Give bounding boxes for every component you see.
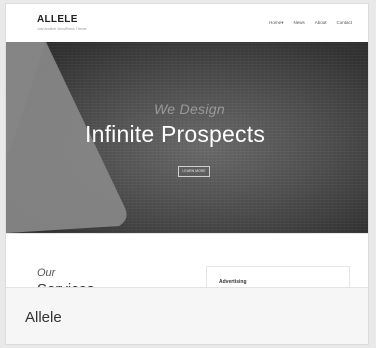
hero-title: Infinite Prospects [85,121,266,147]
nav-item-contact: Contact [336,20,352,25]
widget-title: Advertising [219,279,247,285]
preview-content: Our Services Advertising [6,233,368,306]
nav-item-news: News [293,20,305,25]
preview-hero: We Design Infinite Prospects LEARN MORE [6,42,368,233]
theme-caption[interactable]: Allele [6,287,368,344]
hero-subtitle: We Design [154,101,225,117]
theme-name: Allele [25,309,62,326]
theme-card[interactable]: ALLELE Just Another WordPress Theme Home… [6,4,368,344]
section-heading-italic: Our [37,267,56,279]
nav-item-home-label: Home [269,20,282,25]
site-tagline: Just Another WordPress Theme [37,27,87,31]
site-logo: ALLELE [37,14,78,25]
chevron-down-icon: ▾ [281,20,284,25]
preview-site-header: ALLELE Just Another WordPress Theme Home… [6,4,368,42]
hero-learn-more-button: LEARN MORE [178,166,210,177]
nav-item-about: About [314,20,327,25]
nav-item-home: Home▾ [269,20,283,26]
preview-nav: Home▾ News About Contact [269,20,352,26]
